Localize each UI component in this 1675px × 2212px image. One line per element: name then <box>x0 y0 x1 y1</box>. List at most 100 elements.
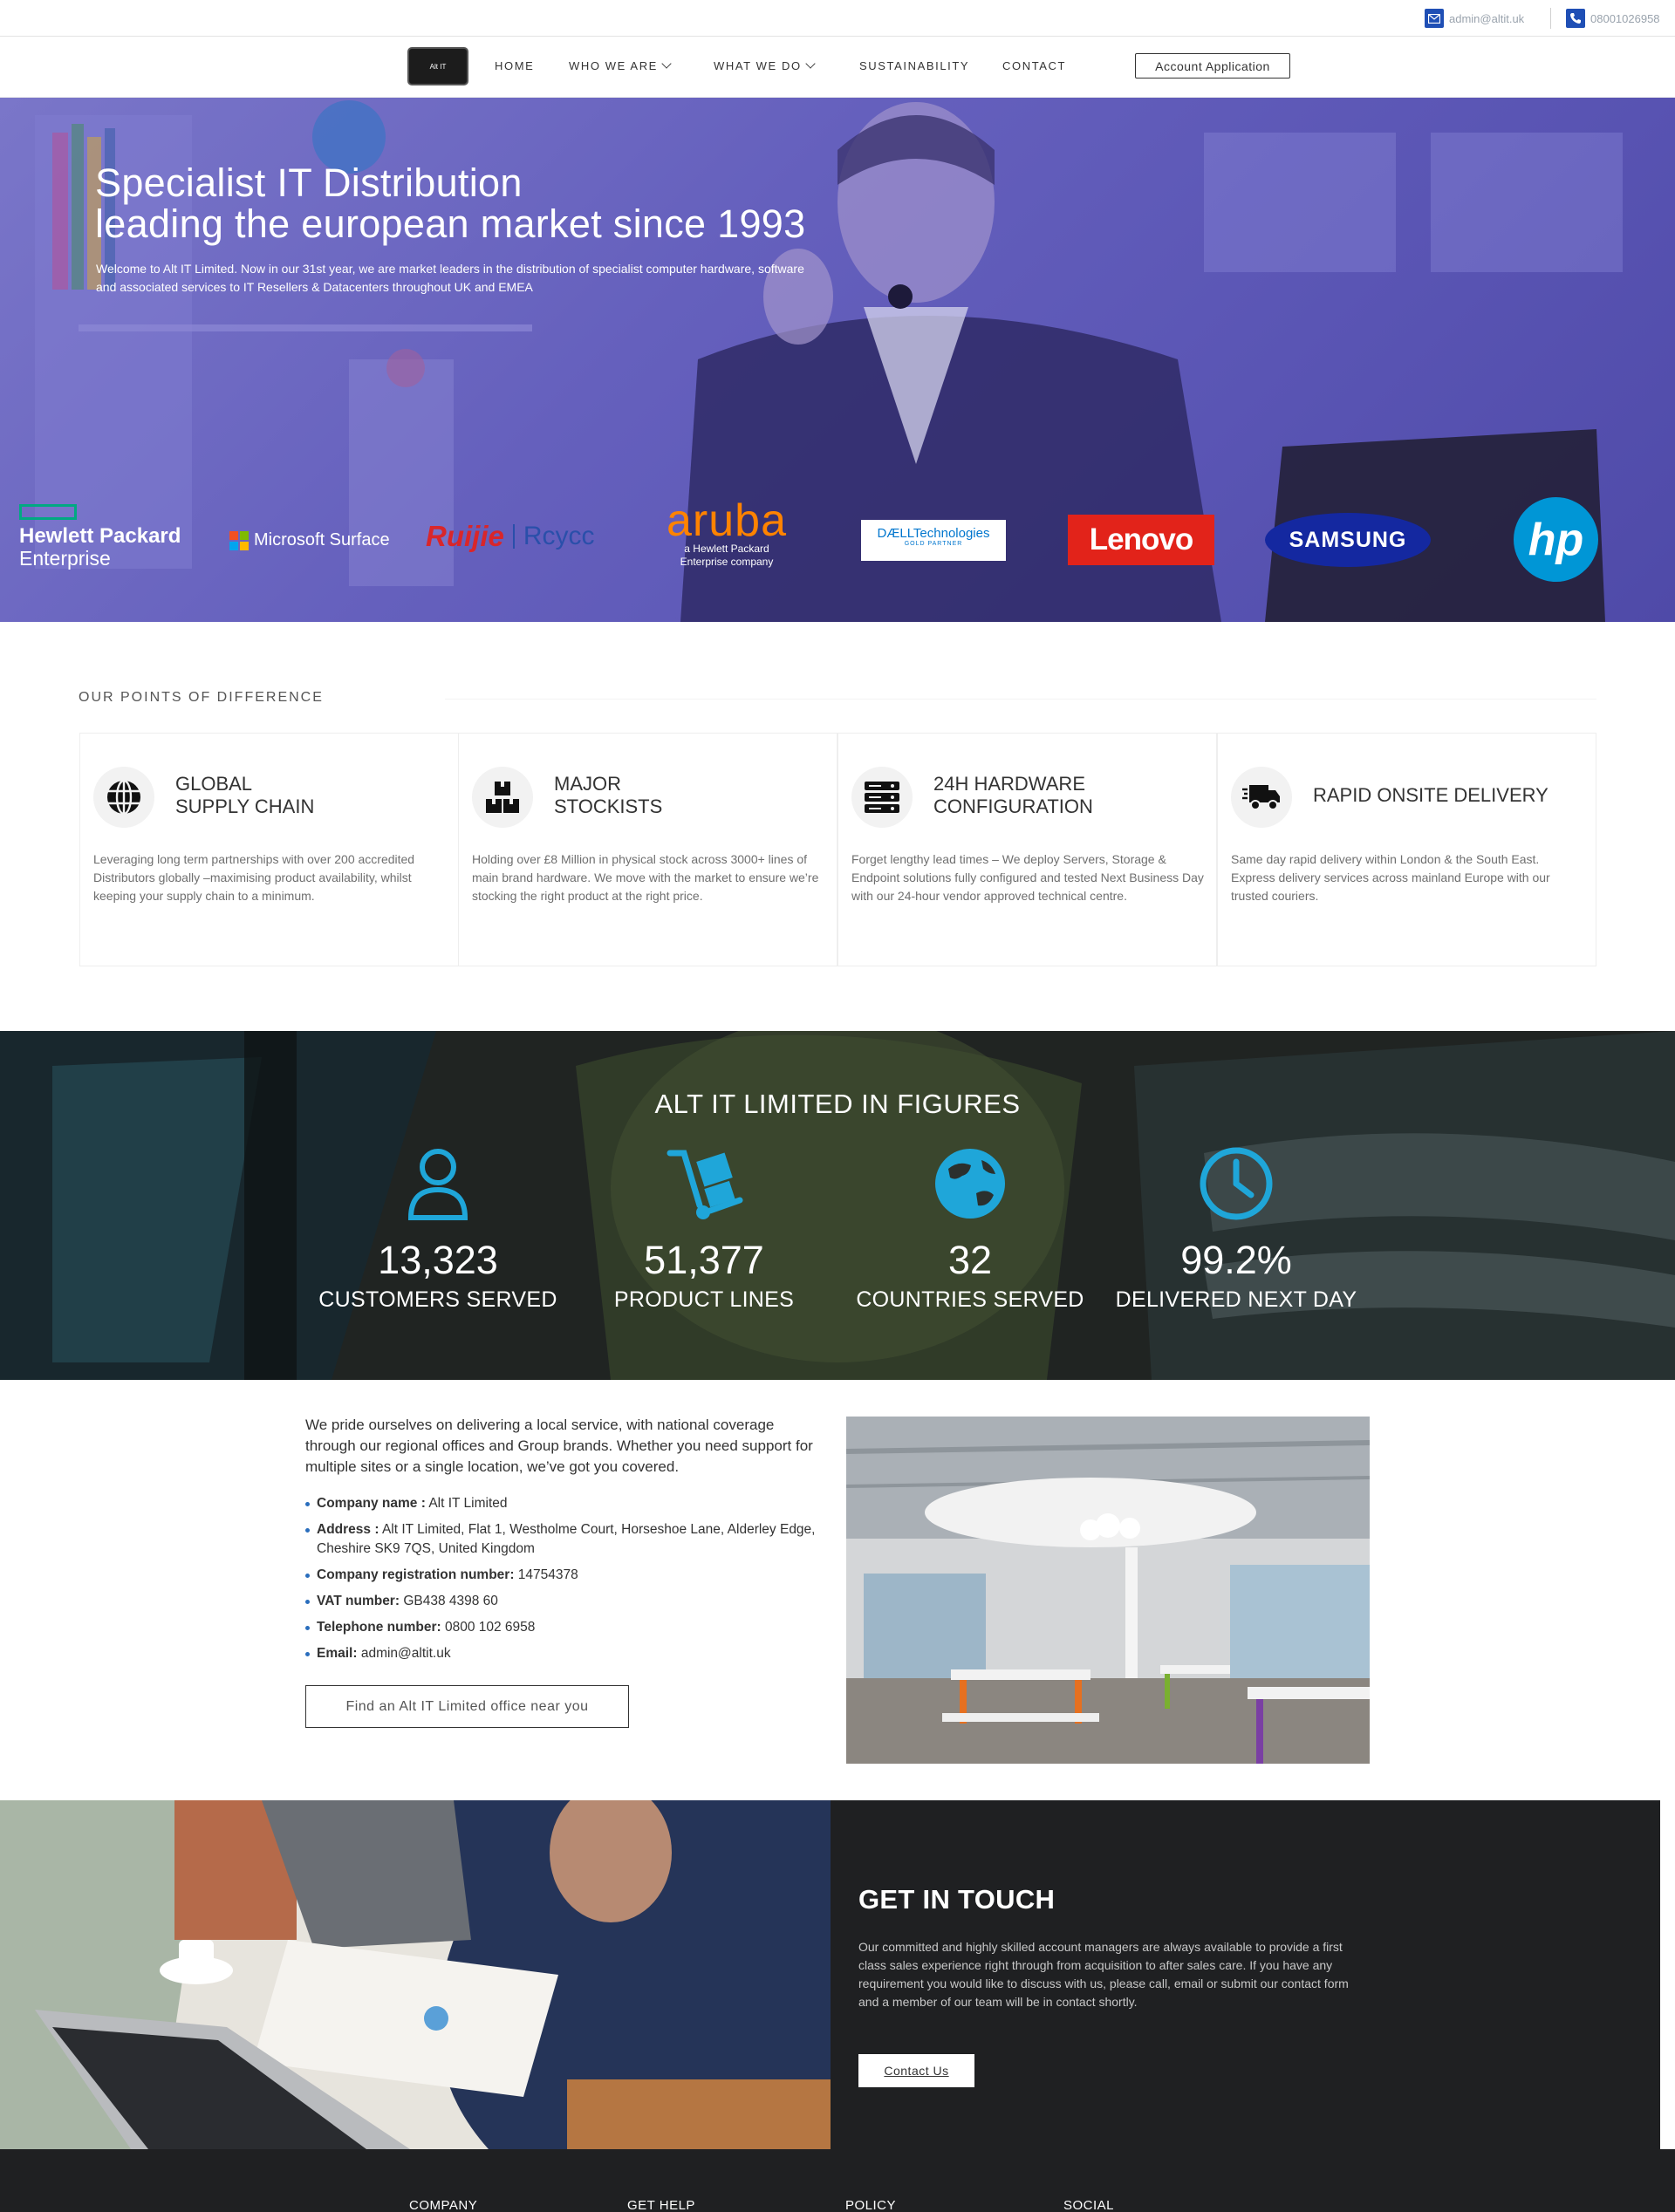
hp-text: hp <box>1528 514 1584 565</box>
hpe-mark <box>19 504 77 520</box>
stat-product-lines: 51,377 PRODUCT LINES <box>573 1144 835 1313</box>
phone-icon <box>1566 9 1585 28</box>
truck-icon <box>1231 767 1292 828</box>
hero-title-line2: leading the european market since 1993 <box>95 201 806 246</box>
microsoft-surface-text: Microsoft Surface <box>254 530 390 550</box>
detail-value: 14754378 <box>514 1567 578 1582</box>
point-description: Forget lengthy lead times – We deploy Se… <box>851 852 1204 903</box>
stat-value: 32 <box>947 1238 993 1282</box>
email-text: admin@altit.uk <box>1449 11 1525 25</box>
account-application-button[interactable]: Account Application <box>1135 53 1290 79</box>
point-title-line2: SUPPLY CHAIN <box>175 795 315 817</box>
samsung-logo[interactable]: SAMSUNG <box>1265 513 1431 567</box>
nav-contact-label: CONTACT <box>1002 59 1067 72</box>
contact-us-button[interactable]: Contact Us <box>858 2054 974 2087</box>
nav-who-we-are[interactable]: WHO WE ARE <box>569 58 672 72</box>
points-divider <box>445 699 1596 700</box>
boxes-icon <box>472 767 533 828</box>
utility-bar: admin@altit.uk 08001026958 <box>0 0 1675 37</box>
nav-contact[interactable]: CONTACT <box>1002 59 1066 72</box>
detail-label: Telephone number: <box>317 1620 441 1635</box>
company-detail-name: Company name : Alt IT Limited <box>304 1494 827 1513</box>
point-title-line2: CONFIGURATION <box>933 795 1093 817</box>
point-title: MAJOR STOCKISTS <box>554 773 662 818</box>
footer-get-help-heading: GET HELP <box>627 2198 695 2212</box>
dell-text: DÆLLTechnologies <box>877 526 990 541</box>
stat-value: 13,323 <box>378 1238 498 1282</box>
point-card-rapid-delivery: RAPID ONSITE DELIVERY Same day rapid del… <box>1217 733 1596 966</box>
hpe-logo[interactable]: Hewlett Packard Enterprise <box>19 504 181 569</box>
hero-banner: Specialist IT Distribution leading the e… <box>0 98 1675 622</box>
email-link[interactable]: admin@altit.uk <box>1425 9 1524 28</box>
ruijie-reyee-logo[interactable]: Ruijie Rcycc <box>426 520 595 553</box>
company-detail-email: Email: admin@altit.uk <box>304 1644 827 1663</box>
figures-title: ALT IT LIMITED IN FIGURES <box>654 1089 1021 1119</box>
phone-text: 08001026958 <box>1590 11 1660 25</box>
detail-value: Alt IT Limited, Flat 1, Westholme Court,… <box>317 1522 816 1556</box>
point-card-hardware-config: 24H HARDWARE CONFIGURATION Forget length… <box>838 733 1217 966</box>
clock-icon <box>1197 1144 1275 1223</box>
hpe-name-line1: Hewlett Packard <box>19 524 181 548</box>
nav-what-we-do-label: WHAT WE DO <box>714 59 802 72</box>
footer-company-heading: COMPANY <box>409 2198 478 2212</box>
nav-who-we-are-label: WHO WE ARE <box>569 59 658 72</box>
point-title: GLOBAL SUPPLY CHAIN <box>175 773 314 818</box>
hp-logo[interactable]: hp <box>1514 497 1598 582</box>
lenovo-text: Lenovo <box>1089 522 1193 556</box>
site-logo[interactable]: Alt IT <box>407 47 468 85</box>
office-photo <box>846 1417 1370 1764</box>
ruijie-text: Ruijie <box>426 520 504 552</box>
nav-sustainability-label: SUSTAINABILITY <box>859 59 970 72</box>
server-icon <box>851 767 913 828</box>
detail-label: Company registration number: <box>317 1567 515 1582</box>
nav-what-we-do[interactable]: WHAT WE DO <box>714 58 816 72</box>
footer-social-heading: SOCIAL <box>1063 2198 1115 2212</box>
stat-next-day: 99.2% DELIVERED NEXT DAY <box>1105 1144 1367 1313</box>
detail-label: Address : <box>317 1522 379 1537</box>
hero-title: Specialist IT Distribution leading the e… <box>95 162 805 244</box>
hpe-name-line2: Enterprise <box>19 547 111 570</box>
nav-home[interactable]: HOME <box>495 59 534 72</box>
samsung-text: SAMSUNG <box>1289 527 1407 552</box>
user-icon <box>399 1144 477 1223</box>
detail-value: admin@altit.uk <box>357 1646 451 1661</box>
get-in-touch-title: GET IN TOUCH <box>858 1884 1056 1915</box>
nav-sustainability[interactable]: SUSTAINABILITY <box>859 59 969 72</box>
aruba-logo[interactable]: aruba a Hewlett Packard Enterprise compa… <box>653 498 801 569</box>
company-detail-vat: VAT number: GB438 4398 60 <box>304 1592 827 1611</box>
company-detail-registration: Company registration number: 14754378 <box>304 1566 827 1585</box>
hero-title-line1: Specialist IT Distribution <box>95 160 523 205</box>
dell-technologies-logo[interactable]: DÆLLTechnologies GOLD PARTNER <box>861 520 1006 561</box>
point-title-line1: RAPID ONSITE DELIVERY <box>1313 784 1549 806</box>
stat-label: CUSTOMERS SERVED <box>318 1287 557 1312</box>
company-details-list: Company name : Alt IT Limited Address : … <box>304 1494 827 1670</box>
point-card-major-stockists: MAJOR STOCKISTS Holding over £8 Million … <box>458 733 838 966</box>
detail-value: GB438 4398 60 <box>400 1594 498 1608</box>
phone-link[interactable]: 08001026958 <box>1566 9 1660 28</box>
get-in-touch-text: Our committed and highly skilled account… <box>858 1940 1349 2009</box>
globe-icon <box>93 767 154 828</box>
hero-subtitle: Welcome to Alt IT Limited. Now in our 31… <box>96 262 804 294</box>
point-description: Holding over £8 Million in physical stoc… <box>472 852 819 903</box>
stat-countries: 32 COUNTRIES SERVED <box>839 1144 1101 1313</box>
stat-value: 99.2% <box>1180 1238 1292 1282</box>
company-detail-telephone: Telephone number: 0800 102 6958 <box>304 1618 827 1637</box>
lenovo-logo[interactable]: Lenovo <box>1068 515 1214 565</box>
footer-policy-heading: POLICY <box>845 2198 897 2212</box>
dell-tag: GOLD PARTNER <box>904 541 963 547</box>
stat-label: DELIVERED NEXT DAY <box>1115 1287 1357 1312</box>
business-meeting-photo <box>0 1800 831 2149</box>
point-title: 24H HARDWARE CONFIGURATION <box>933 773 1093 818</box>
point-title-line1: GLOBAL <box>175 773 253 795</box>
envelope-icon <box>1425 9 1444 28</box>
point-title: RAPID ONSITE DELIVERY <box>1313 784 1549 807</box>
detail-label: VAT number: <box>317 1594 400 1608</box>
utility-divider <box>1550 8 1551 29</box>
stat-label: COUNTRIES SERVED <box>856 1287 1084 1312</box>
point-description: Leveraging long term partnerships with o… <box>93 852 415 903</box>
point-description: Same day rapid delivery within London & … <box>1231 852 1550 903</box>
aruba-tagline-2: Enterprise company <box>680 556 774 568</box>
microsoft-surface-logo[interactable]: Microsoft Surface <box>229 530 390 550</box>
find-office-button[interactable]: Find an Alt IT Limited office near you <box>305 1685 629 1728</box>
point-card-global-supply: GLOBAL SUPPLY CHAIN Leveraging long term… <box>79 733 459 966</box>
